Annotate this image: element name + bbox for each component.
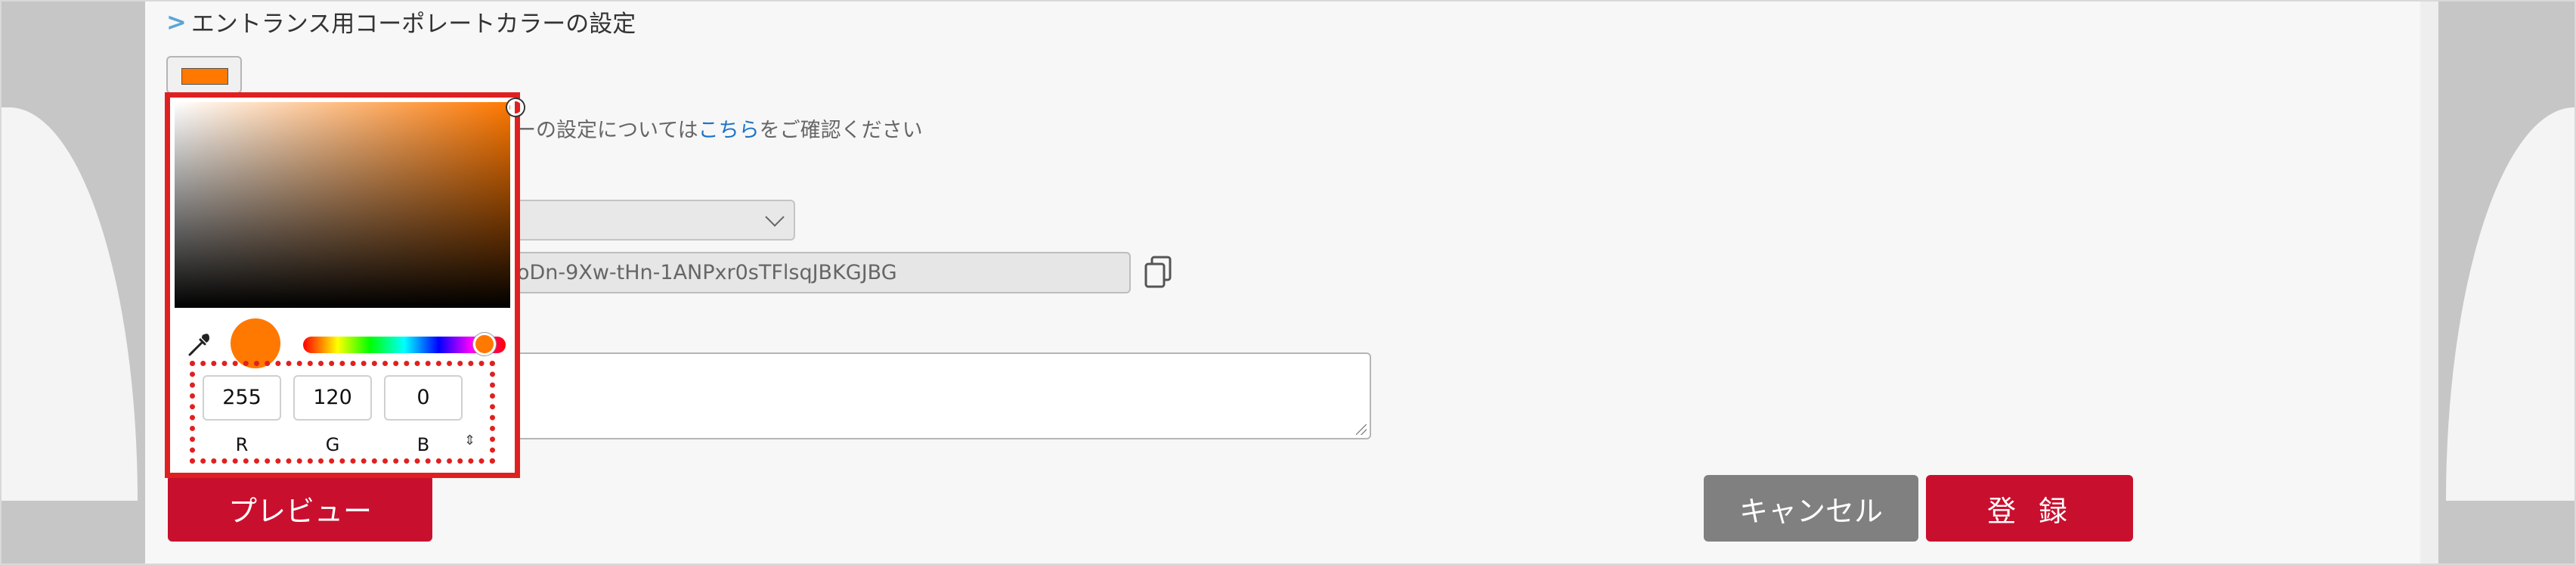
color-swatch-button[interactable] (166, 56, 242, 94)
left-background (2, 2, 145, 563)
section-title-text: エントランス用コーポレートカラーの設定 (190, 11, 636, 38)
chevron-down-icon (765, 207, 785, 227)
saturation-area[interactable] (175, 99, 524, 308)
color-picker-popup: 255 120 0 R G B ⇕ (165, 92, 524, 478)
description-textarea[interactable] (470, 352, 1371, 439)
preview-button[interactable]: プレビュー (168, 475, 432, 542)
color-swatch (181, 68, 228, 85)
rgb-inputs-highlight: 255 120 0 R G B ⇕ (190, 361, 495, 464)
red-label: R (235, 434, 249, 455)
register-button[interactable]: 登録 (1926, 475, 2133, 542)
blue-input[interactable]: 0 (384, 375, 463, 421)
cancel-button[interactable]: キャンセル (1704, 475, 1918, 542)
help-link[interactable]: こちら (698, 119, 760, 142)
hue-handle[interactable] (473, 333, 496, 355)
help-note: ーの設定についてはこちらをご確認ください (516, 113, 923, 143)
help-note-suffix: をご確認ください (759, 119, 923, 142)
green-input[interactable]: 120 (293, 375, 372, 421)
api-key-field[interactable]: oDn-9Xw-tHn-1ANPxr0sTFlsqJBKGJBG (470, 252, 1131, 293)
chevron-right-icon: > (166, 7, 187, 36)
right-background (2438, 2, 2574, 563)
window-frame: > エントランス用コーポレートカラーの設定 ーの設定についてはこちらをご確認くだ… (0, 0, 2576, 565)
resize-grip-icon[interactable] (1356, 424, 1367, 435)
section-heading: > エントランス用コーポレートカラーの設定 (166, 5, 636, 39)
red-input[interactable]: 255 (203, 375, 281, 421)
color-mode-toggle-icon[interactable]: ⇕ (464, 433, 475, 449)
blue-label: B (416, 434, 430, 455)
hue-slider[interactable] (303, 333, 506, 355)
green-label: G (325, 434, 340, 455)
eyedropper-icon[interactable] (187, 332, 212, 358)
help-note-text: ーの設定については (516, 119, 698, 142)
copy-icon[interactable] (1143, 256, 1173, 289)
saturation-handle[interactable] (507, 99, 524, 116)
